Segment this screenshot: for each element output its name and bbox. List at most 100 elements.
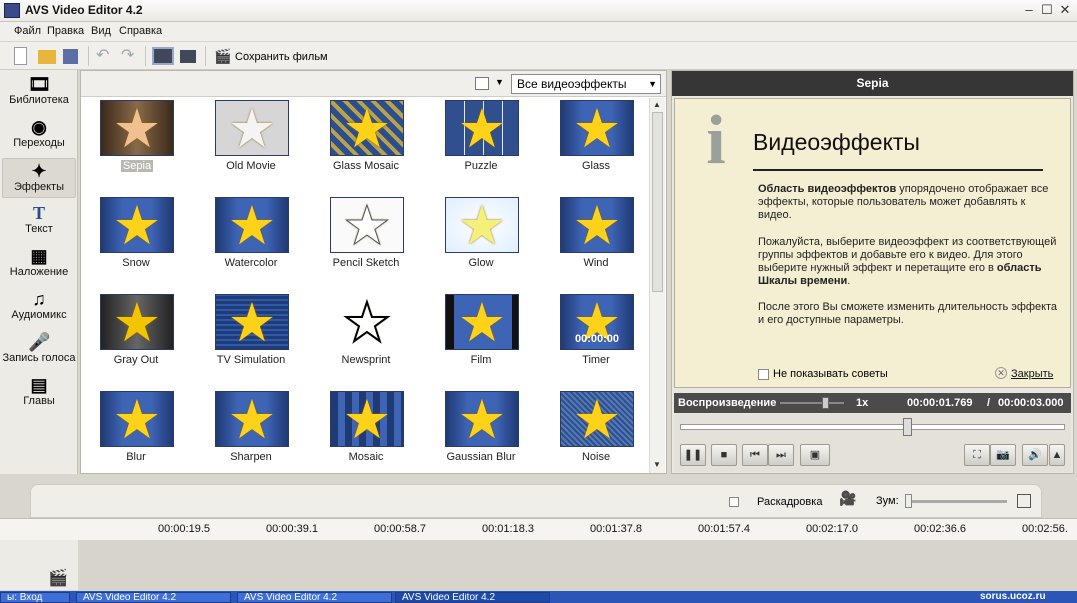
timeline-ruler[interactable]: 00:00:19.5 00:00:39.1 00:00:58.7 00:01:18.3… bbox=[0, 518, 1077, 540]
new-project-icon[interactable] bbox=[14, 47, 27, 65]
effect-tile-glow[interactable]: ★ Glow bbox=[426, 195, 536, 285]
tip-heading: Видеоэффекты bbox=[753, 129, 920, 155]
effect-tile-timer[interactable]: ★ 00:00:00 Timer bbox=[541, 292, 651, 382]
speed-slider-track[interactable] bbox=[780, 402, 844, 404]
previous-frame-button[interactable]: ⏮ bbox=[742, 444, 768, 466]
effect-tile-snow[interactable]: ★ Snow bbox=[81, 195, 191, 285]
close-icon[interactable]: ✕ bbox=[1057, 2, 1073, 18]
sidebar-item-7[interactable]: ▤ Главы bbox=[2, 373, 76, 413]
effect-thumbnail: ★ bbox=[215, 391, 289, 447]
star-icon: ★ bbox=[572, 197, 622, 253]
effect-thumbnail: ★ 00:00:00 bbox=[560, 294, 634, 350]
star-icon: ★ bbox=[572, 391, 622, 447]
taskbar-item[interactable]: AVS Video Editor 4.2 bbox=[237, 592, 392, 603]
storyboard-button[interactable]: Раскадровка bbox=[757, 496, 822, 508]
effect-tile-gaussian-blur[interactable]: ★ Gaussian Blur bbox=[426, 389, 536, 479]
stop-button[interactable]: ■ bbox=[711, 444, 737, 466]
taskbar-item[interactable]: AVS Video Editor 4.2 bbox=[395, 592, 550, 603]
effect-label: TV Simulation bbox=[216, 354, 286, 366]
menu-edit[interactable]: Правка bbox=[47, 25, 84, 37]
zoom-slider[interactable] bbox=[907, 500, 1007, 503]
effect-tile-glass[interactable]: ★ Glass bbox=[541, 98, 651, 188]
effect-tile-glass-mosaic[interactable]: ★ Glass Mosaic bbox=[311, 98, 421, 188]
ruler-tick-label: 00:00:19.5 bbox=[158, 523, 210, 535]
film-strip-button[interactable]: ▣ bbox=[800, 444, 830, 466]
pause-button[interactable]: ❚❚ bbox=[680, 444, 706, 466]
effect-label: Snow bbox=[122, 257, 150, 269]
maximize-icon[interactable]: ☐ bbox=[1039, 2, 1055, 18]
star-icon: ★ bbox=[112, 294, 162, 350]
sidebar-item-0[interactable]: 🎞 Библиотека bbox=[2, 72, 76, 112]
effect-tile-wind[interactable]: ★ Wind bbox=[541, 195, 651, 285]
effect-tile-old-movie[interactable]: ★ Old Movie bbox=[196, 98, 306, 188]
menu-file[interactable]: Файл bbox=[14, 25, 41, 37]
preview-panel: Sepia i Видеоэффекты Область видеоэффект… bbox=[671, 70, 1074, 474]
minimize-icon[interactable]: – bbox=[1021, 2, 1037, 18]
dont-show-checkbox[interactable] bbox=[758, 369, 769, 380]
next-frame-button[interactable]: ⏭ bbox=[768, 444, 794, 466]
menu-view[interactable]: Вид bbox=[91, 25, 111, 37]
scroll-up-icon[interactable]: ▲ bbox=[653, 100, 661, 109]
scrollbar-thumb[interactable] bbox=[652, 112, 663, 292]
speed-slider-thumb[interactable] bbox=[822, 397, 829, 409]
seek-bar[interactable] bbox=[680, 424, 1065, 430]
effect-tile-watercolor[interactable]: ★ Watercolor bbox=[196, 195, 306, 285]
record-camera-icon[interactable]: 🎥 bbox=[839, 490, 856, 508]
seek-thumb[interactable] bbox=[903, 418, 913, 436]
sidebar-item-1[interactable]: ◉ Переходы bbox=[2, 115, 76, 155]
close-tip-icon[interactable]: ✕ bbox=[995, 367, 1007, 379]
effect-tile-sharpen[interactable]: ★ Sharpen bbox=[196, 389, 306, 479]
taskbar-item[interactable]: AVS Video Editor 4.2 bbox=[76, 592, 231, 603]
redo-icon[interactable]: ↷ bbox=[121, 47, 139, 65]
sidebar-item-3[interactable]: T Текст bbox=[2, 201, 76, 241]
aspect-4-3-icon[interactable] bbox=[152, 47, 174, 65]
open-folder-icon[interactable] bbox=[38, 50, 56, 64]
save-icon[interactable] bbox=[63, 49, 78, 64]
aspect-16-9-icon[interactable] bbox=[180, 50, 196, 63]
sidebar: 🎞 Библиотека ◉ Переходы ✦ Эффекты T Текст ▦ Налож… bbox=[0, 70, 78, 474]
effect-tile-film[interactable]: ★ Film bbox=[426, 292, 536, 382]
zoom-slider-thumb[interactable] bbox=[905, 494, 912, 508]
effect-tile-tv-simulation[interactable]: ★ TV Simulation bbox=[196, 292, 306, 382]
taskbar-item[interactable]: ы: Вход bbox=[0, 592, 70, 603]
close-tip-link[interactable]: Закрыть bbox=[1011, 368, 1053, 380]
video-track[interactable] bbox=[80, 540, 1077, 590]
volume-button[interactable]: 🔊 bbox=[1022, 444, 1048, 466]
sidebar-item-label: Эффекты bbox=[13, 181, 64, 193]
effect-thumbnail: ★ bbox=[100, 294, 174, 350]
effect-label: Pencil Sketch bbox=[332, 257, 400, 269]
effect-tile-pencil-sketch[interactable]: ★ Pencil Sketch bbox=[311, 195, 421, 285]
fullscreen-button[interactable]: ⛶ bbox=[964, 444, 990, 466]
storyboard-toggle-icon[interactable] bbox=[729, 497, 739, 507]
fit-zoom-icon[interactable] bbox=[1017, 494, 1031, 508]
sidebar-item-2[interactable]: ✦ Эффекты bbox=[2, 158, 76, 198]
effect-tile-puzzle[interactable]: ★ Puzzle bbox=[426, 98, 536, 188]
effect-tile-mosaic[interactable]: ★ Mosaic bbox=[311, 389, 421, 479]
film-save-icon[interactable]: 🎬 bbox=[214, 47, 232, 65]
view-mode-icon[interactable] bbox=[475, 77, 489, 90]
effect-tile-noise[interactable]: ★ Noise bbox=[541, 389, 651, 479]
star-icon: ★ bbox=[572, 100, 622, 156]
effects-scrollbar[interactable]: ▲ ▼ bbox=[649, 98, 665, 473]
effects-filter-select[interactable]: Все видеоэффекты ▼ bbox=[511, 74, 661, 94]
undo-icon[interactable]: ↶ bbox=[96, 47, 114, 65]
snapshot-camera-button[interactable]: 📷 bbox=[990, 444, 1016, 466]
sidebar-item-label: Запись голоса bbox=[2, 352, 76, 364]
effect-tile-gray-out[interactable]: ★ Gray Out bbox=[81, 292, 191, 382]
star-icon: ★ bbox=[457, 100, 507, 156]
effect-tile-newsprint[interactable]: ★ Newsprint bbox=[311, 292, 421, 382]
clapper-icon: 🎬 bbox=[48, 570, 68, 587]
sidebar-item-4[interactable]: ▦ Наложение bbox=[2, 244, 76, 284]
effect-tile-blur[interactable]: ★ Blur bbox=[81, 389, 191, 479]
menu-help[interactable]: Справка bbox=[119, 25, 162, 37]
playback-bar: Воспроизведение 1x 00:00:01.769 / 00:00:… bbox=[674, 393, 1071, 413]
sidebar-item-5[interactable]: ♫ Аудиомикс bbox=[2, 287, 76, 327]
scroll-down-icon[interactable]: ▼ bbox=[653, 460, 661, 469]
sidebar-item-label: Переходы bbox=[13, 137, 65, 149]
volume-up-arrow-icon[interactable]: ▲ bbox=[1049, 444, 1065, 466]
save-film-button[interactable]: Сохранить фильм bbox=[235, 51, 328, 63]
effect-label: Blur bbox=[126, 451, 146, 463]
effect-tile-sepia[interactable]: ★ Sepia bbox=[81, 98, 191, 188]
sidebar-item-6[interactable]: 🎤 Запись голоса bbox=[2, 330, 76, 370]
view-mode-arrow-icon[interactable]: ▼ bbox=[495, 77, 504, 87]
